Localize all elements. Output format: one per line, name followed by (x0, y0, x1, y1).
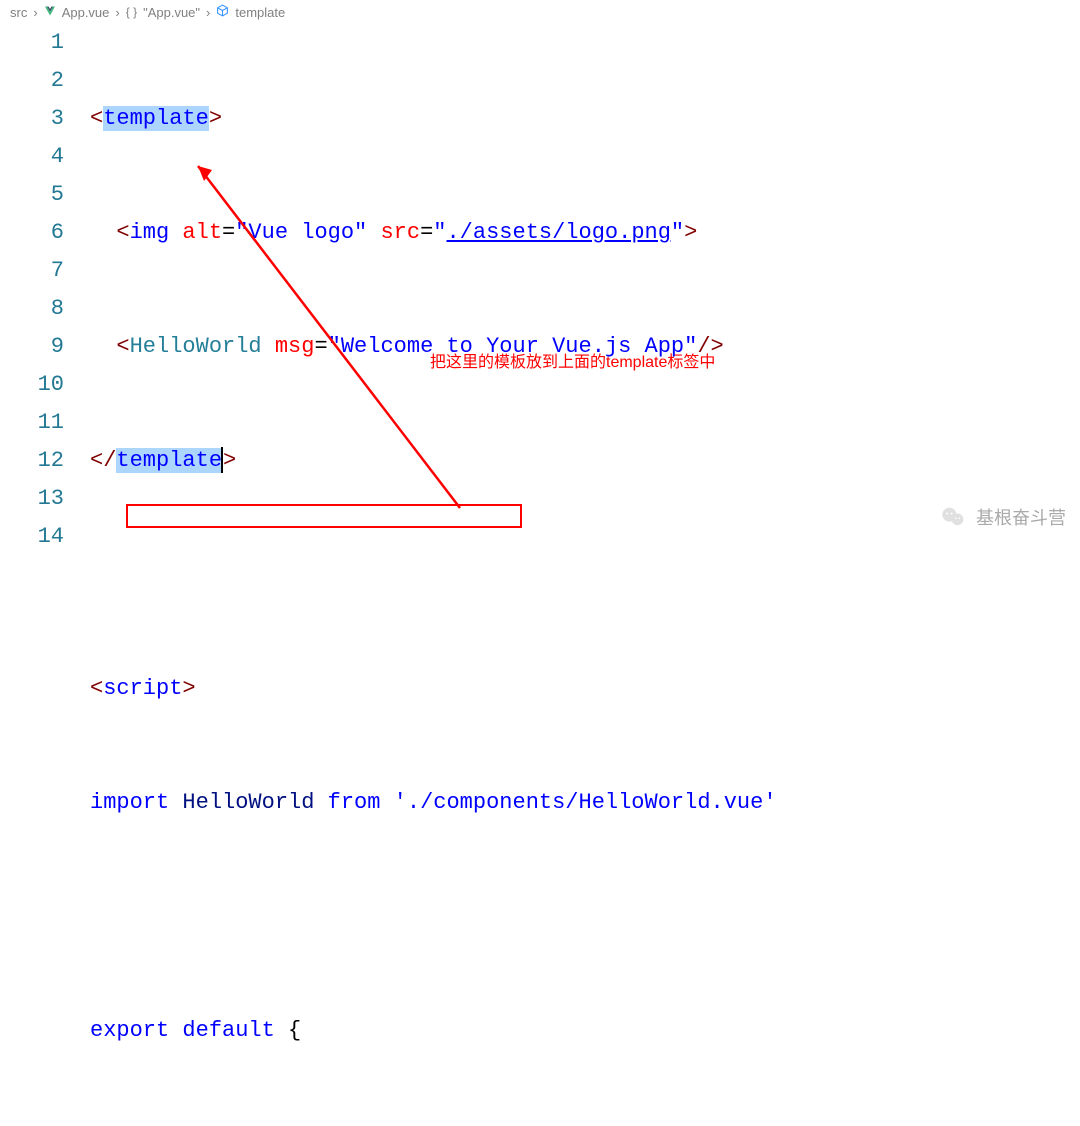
code-line (90, 898, 1080, 936)
line-number: 7 (0, 252, 64, 290)
watermark-text: 基根奋斗营 (976, 504, 1066, 530)
breadcrumb-item[interactable]: template (235, 5, 285, 20)
line-number: 1 (0, 24, 64, 62)
line-number-gutter: 1 2 3 4 5 6 7 8 9 10 11 12 13 14 (0, 24, 90, 1126)
watermark: 基根奋斗营 (940, 503, 1066, 531)
annotation-text: 把这里的模板放到上面的template标签中 (430, 348, 715, 372)
line-number: 6 (0, 214, 64, 252)
breadcrumb[interactable]: src › App.vue › { } "App.vue" › template (0, 0, 1080, 24)
line-number: 9 (0, 328, 64, 366)
line-number: 12 (0, 442, 64, 480)
line-number: 3 (0, 100, 64, 138)
code-line: </template> (90, 442, 1080, 480)
code-content[interactable]: <template> <img alt="Vue logo" src="./as… (90, 24, 1080, 1126)
vue-icon (44, 5, 56, 20)
code-line: export default { (90, 1012, 1080, 1050)
code-line: <script> (90, 670, 1080, 708)
breadcrumb-item[interactable]: App.vue (62, 5, 110, 20)
line-number: 14 (0, 518, 64, 556)
line-number: 2 (0, 62, 64, 100)
annotation-box (126, 504, 522, 528)
chevron-right-icon: › (115, 5, 119, 20)
code-line (90, 556, 1080, 594)
line-number: 4 (0, 138, 64, 176)
chevron-right-icon: › (33, 5, 37, 20)
braces-icon: { } (126, 5, 137, 19)
line-number: 10 (0, 366, 64, 404)
line-number: 11 (0, 404, 64, 442)
code-line: <img alt="Vue logo" src="./assets/logo.p… (90, 214, 1080, 252)
line-number: 8 (0, 290, 64, 328)
breadcrumb-item[interactable]: src (10, 5, 27, 20)
line-number: 5 (0, 176, 64, 214)
line-number: 13 (0, 480, 64, 518)
cube-icon (216, 4, 229, 20)
code-line: import HelloWorld from './components/Hel… (90, 784, 1080, 822)
wechat-icon (940, 503, 968, 531)
code-editor[interactable]: 1 2 3 4 5 6 7 8 9 10 11 12 13 14 <templa… (0, 24, 1080, 1126)
code-line: <template> (90, 100, 1080, 138)
breadcrumb-item[interactable]: "App.vue" (143, 5, 200, 20)
chevron-right-icon: › (206, 5, 210, 20)
